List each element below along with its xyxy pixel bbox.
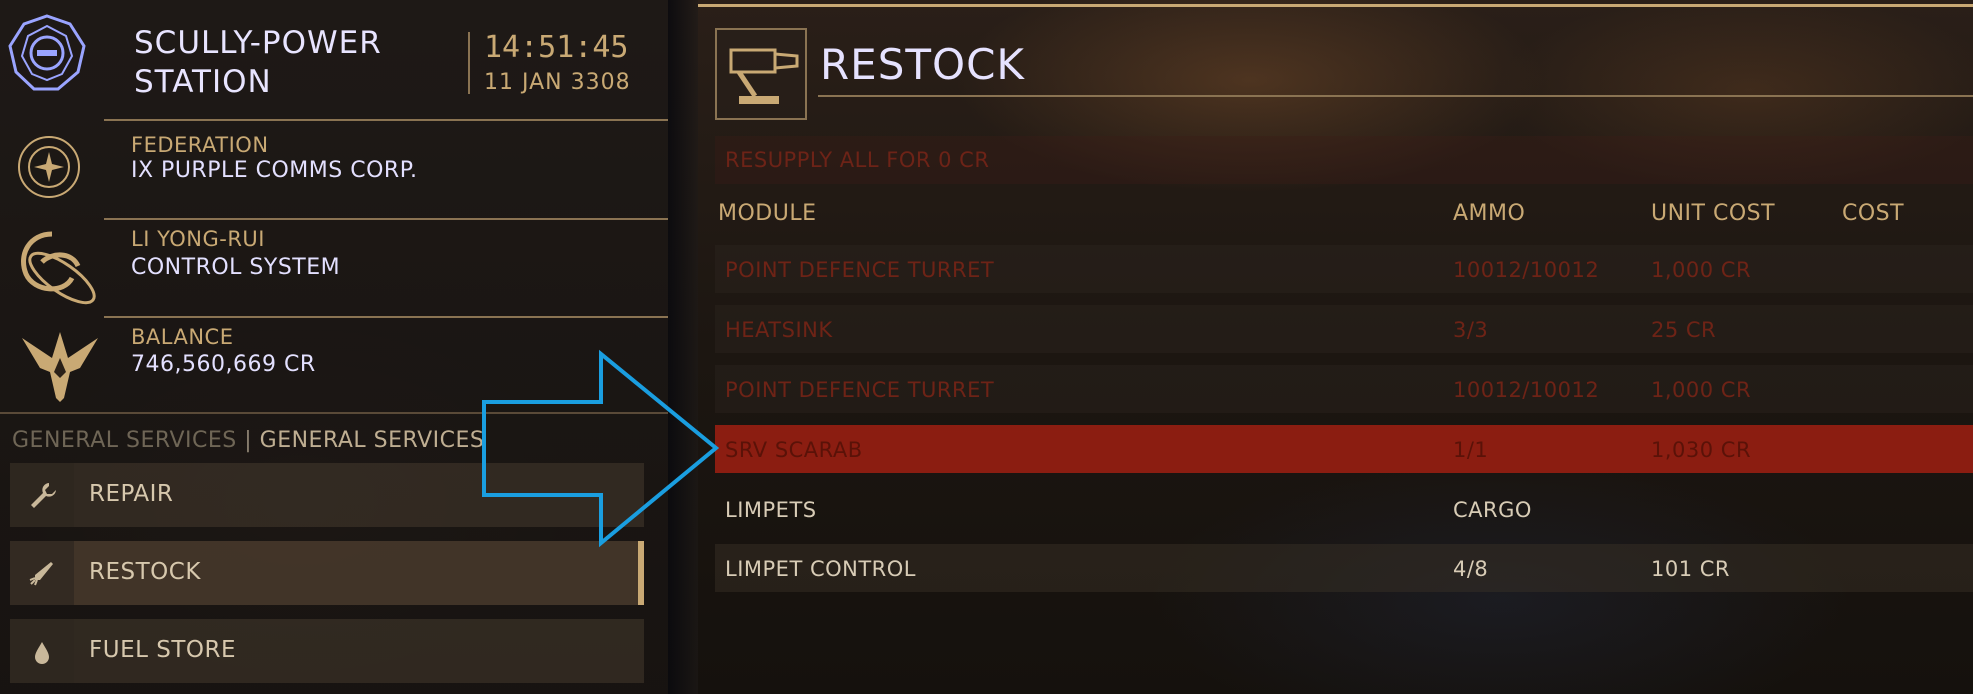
module-unit-cost: 101 CR [1651,557,1731,581]
services-header-separator: | [244,428,253,453]
services-header: GENERAL SERVICES | GENERAL SERVICES [12,428,484,453]
column-header-ammo: AMMO [1453,201,1526,226]
section-header-limpets: LIMPETS CARGO [715,485,1973,533]
wrench-icon [10,463,74,527]
section-column-label: CARGO [1453,498,1532,522]
clock-time: 14:51:45 [484,30,629,65]
station-name-line1: SCULLY-POWER [134,25,382,61]
resupply-all-button[interactable]: RESUPPLY ALL FOR 0 CR [715,136,1973,184]
column-header-module: MODULE [718,201,817,226]
column-header-cost: COST [1842,201,1905,226]
faction-allegiance: FEDERATION [131,133,269,157]
droplet-icon [10,619,74,683]
system-owner: LI YONG-RUI [131,227,265,251]
station-name: SCULLY-POWER STATION [134,24,382,102]
clock-date: 11 JAN 3308 [484,70,631,95]
resupply-all-label: RESUPPLY ALL FOR 0 CR [725,148,990,172]
rank-emblem-icon [22,332,98,402]
station-emblem-icon [8,14,86,91]
table-row[interactable]: HEATSINK 3/3 25 CR [715,305,1973,353]
page-title: RESTOCK [820,40,1025,89]
module-ammo: 10012/10012 [1453,258,1600,282]
divider [104,119,668,121]
table-row[interactable]: POINT DEFENCE TURRET 10012/10012 1,000 C… [715,245,1973,293]
module-ammo: 3/3 [1453,318,1489,342]
menu-item-label: REPAIR [89,481,174,507]
faction-name: IX PURPLE COMMS CORP. [131,158,418,183]
clock-divider [468,32,470,94]
table-row[interactable]: LIMPET CONTROL 4/8 101 CR [715,544,1973,592]
divider [104,316,668,318]
services-header-primary: GENERAL SERVICES [12,428,237,453]
module-unit-cost: 1,030 CR [1651,438,1752,462]
station-name-line2: STATION [134,64,272,100]
module-ammo: 10012/10012 [1453,378,1600,402]
missile-icon [10,541,74,605]
table-row[interactable]: POINT DEFENCE TURRET 10012/10012 1,000 C… [715,365,1973,413]
restock-panel-icon [715,28,807,120]
panel-separator [668,0,698,694]
section-label: LIMPETS [725,498,817,522]
module-name: SRV SCARAB [725,438,863,462]
module-name: POINT DEFENCE TURRET [725,378,995,402]
module-unit-cost: 25 CR [1651,318,1717,342]
active-indicator [638,541,644,605]
system-status: CONTROL SYSTEM [131,255,341,280]
balance-value: 746,560,669 CR [131,352,316,377]
services-header-secondary: GENERAL SERVICES [259,428,485,453]
module-name: LIMPET CONTROL [725,557,916,581]
menu-item-label: RESTOCK [89,559,201,585]
panel-top-line [698,4,1973,7]
module-ammo: 1/1 [1453,438,1489,462]
balance-label: BALANCE [131,325,234,349]
menu-item-label: FUEL STORE [89,637,236,663]
module-name: POINT DEFENCE TURRET [725,258,995,282]
divider [0,412,668,414]
title-underline [818,95,1973,97]
turret-icon [729,48,799,104]
menu-item-restock[interactable]: RESTOCK [10,541,644,605]
module-unit-cost: 1,000 CR [1651,258,1752,282]
module-ammo: 4/8 [1453,557,1489,581]
table-row-selected[interactable]: SRV SCARAB 1/1 1,030 CR [715,425,1973,473]
federation-icon [18,136,80,198]
menu-item-fuel-store[interactable]: FUEL STORE [10,619,644,683]
power-icon [21,231,96,305]
menu-item-repair[interactable]: REPAIR [10,463,644,527]
module-name: HEATSINK [725,318,833,342]
divider [104,218,668,220]
module-unit-cost: 1,000 CR [1651,378,1752,402]
column-header-unit-cost: UNIT COST [1651,201,1776,226]
station-info-panel: SCULLY-POWER STATION 14:51:45 11 JAN 330… [0,0,668,694]
